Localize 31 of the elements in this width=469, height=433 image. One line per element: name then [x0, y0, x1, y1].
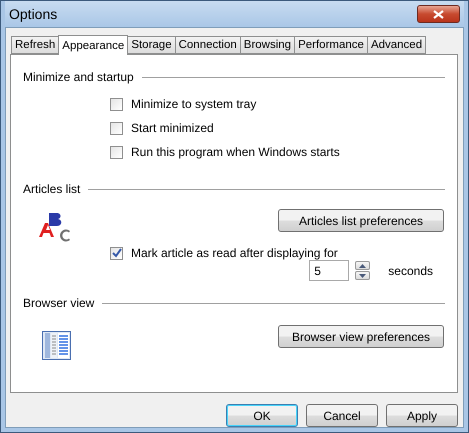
tab[interactable]: Browsing: [240, 36, 296, 54]
section-heading: Browser view: [23, 296, 94, 310]
tab[interactable]: Performance: [294, 36, 368, 54]
tab[interactable]: Storage: [127, 36, 176, 54]
tab[interactable]: Refresh: [11, 36, 60, 54]
dialog-button[interactable]: Apply: [386, 404, 458, 427]
close-icon: [433, 10, 444, 18]
seconds-field[interactable]: 5: [309, 260, 350, 281]
close-button[interactable]: [417, 5, 460, 23]
tab[interactable]: Advanced: [366, 36, 426, 54]
spin-up-button[interactable]: [355, 261, 370, 270]
columns-icon: [42, 331, 71, 360]
window-title: Options: [9, 6, 58, 22]
tab[interactable]: Connection: [174, 36, 241, 54]
browser-preferences-button[interactable]: Browser view preferences: [278, 325, 444, 348]
tab[interactable]: Appearance: [58, 35, 128, 55]
checkbox[interactable]: Minimize to system tray: [110, 97, 445, 111]
checkmark-icon: [112, 248, 122, 258]
up-arrow-icon: [359, 264, 366, 268]
checkbox[interactable]: Start minimized: [110, 121, 445, 135]
abc-icon: [37, 211, 73, 243]
section-heading: Minimize and startup: [23, 70, 134, 84]
spin-down-button[interactable]: [355, 271, 370, 280]
dialog-button[interactable]: Cancel: [306, 404, 378, 427]
seconds-label: seconds: [388, 264, 433, 278]
checkbox[interactable]: Mark article as read after displaying for: [110, 246, 445, 260]
section-heading: Articles list: [23, 182, 80, 196]
checkbox[interactable]: Run this program when Windows starts: [110, 145, 445, 159]
down-arrow-icon: [359, 274, 366, 278]
dialog-button[interactable]: OK: [226, 404, 298, 427]
articles-preferences-button[interactable]: Articles list preferences: [278, 209, 444, 232]
